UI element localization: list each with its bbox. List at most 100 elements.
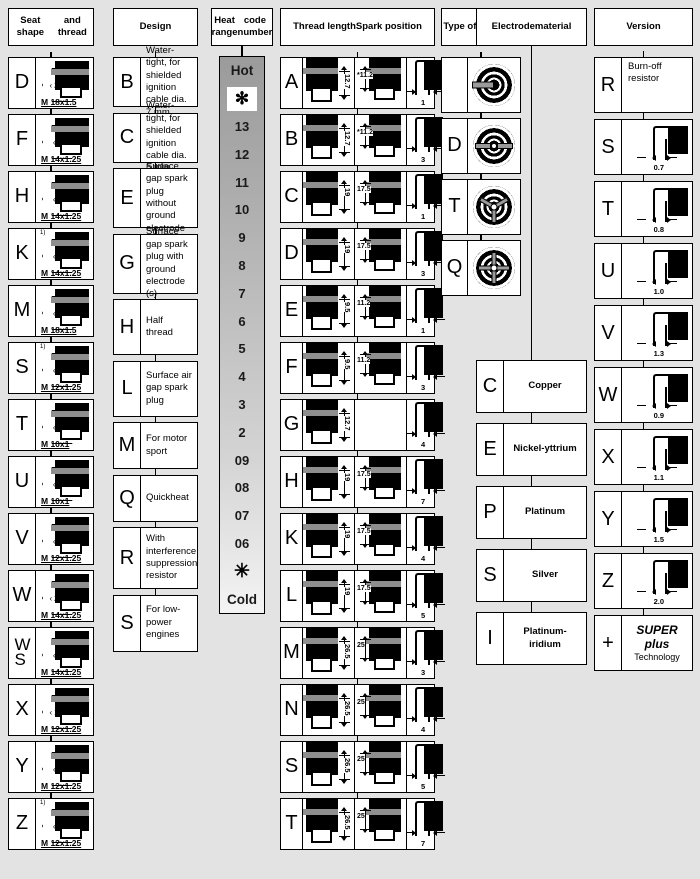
heat-number: 07 <box>234 508 250 524</box>
heat-number: 9 <box>238 230 246 246</box>
design-row: M For motor sport <box>113 422 198 469</box>
spark-position-value: 17.5 <box>357 471 371 478</box>
spark-gap-value: 3 <box>421 268 426 278</box>
electrode-material-code-box: P <box>477 487 504 538</box>
spark-position-graphic: *11.2 <box>355 58 407 108</box>
design-row: H Half thread <box>113 299 198 355</box>
version-gap-value: 1.1 <box>653 473 664 482</box>
electrode-type-row: Q <box>441 240 521 296</box>
electrode-prong <box>497 142 513 149</box>
thread-code: T <box>285 812 298 835</box>
spark-position-graphic: 17.5 <box>355 229 407 279</box>
thread-code: L <box>285 584 298 607</box>
plug-terminal <box>55 346 89 354</box>
spark-gap-value: 3 <box>421 667 426 677</box>
thread-code: B <box>284 128 299 151</box>
thread-code-box: E <box>281 286 303 336</box>
thread-code-box: M <box>281 628 303 678</box>
electrode-type-graphic <box>468 180 520 234</box>
design-code: M <box>118 434 136 456</box>
version-row: T 0.8 <box>594 181 693 237</box>
version-graphic: 1.5 <box>622 492 692 546</box>
thread-length-graphic: 26.5 <box>303 685 355 735</box>
electrode-material-code-box: E <box>477 424 504 475</box>
thread-code: D <box>284 242 299 265</box>
design-code: R <box>119 546 135 569</box>
spark-position-graphic: *11.2 <box>355 115 407 165</box>
design-row: Q Quickheat <box>113 474 198 522</box>
spark-gap-value: 4 <box>421 724 426 734</box>
design-description: Water-tight, for shielded ignition cable… <box>146 44 187 118</box>
version-gap-value: 0.7 <box>653 163 664 172</box>
spark-gap-graphic: 7 <box>407 799 445 849</box>
version-code-box: + <box>595 616 622 670</box>
seat-code: D <box>14 71 30 94</box>
spark-gap-graphic: 4 <box>407 400 445 450</box>
spark-position-value: 17.5 <box>357 528 371 535</box>
version-code: S <box>601 135 615 158</box>
version-graphic: 0.9 <box>622 368 692 422</box>
version-code-box: R <box>595 58 622 112</box>
thread-row: L 19 17.5 5 <box>280 570 445 622</box>
plug-terminal <box>55 232 89 240</box>
spark-position-graphic: 17.5 <box>355 571 407 621</box>
spark-gap-graphic: 3 <box>407 115 445 165</box>
seat-graphic: 141)M 12x1.25 <box>36 799 93 849</box>
seat-row: U 16M 10x1 <box>8 456 94 508</box>
spark-gap-graphic: 3 <box>407 628 445 678</box>
electrode-material-row: E Nickel-yttrium <box>476 423 587 476</box>
spark-gap-graphic: 3 <box>407 229 445 279</box>
thread-code: N <box>284 698 299 721</box>
heat-number: 11 <box>235 174 249 190</box>
seat-graphic: 16M 10x1 <box>36 400 93 450</box>
plug-terminal <box>55 289 89 297</box>
spark-plug-icon <box>51 517 91 555</box>
thread-row: B 12.7 *11.2 3 <box>280 114 445 166</box>
thread-length-value: 19 <box>343 188 352 197</box>
thread-length-value: 9.5 <box>343 302 352 313</box>
version-code: V <box>601 321 615 344</box>
thread-size-label: M 18x1.5 <box>41 96 77 107</box>
spark-plug-icon <box>51 232 91 270</box>
electrode-type-code-box: D <box>442 119 468 173</box>
thread-code: G <box>283 413 300 436</box>
thread-code: F <box>285 356 298 379</box>
spark-position-value: 25 <box>357 813 365 820</box>
spark-position-graphic: 11.2 <box>355 286 407 336</box>
thread-length-value: 12.7 <box>343 74 352 89</box>
design-code: E <box>120 186 134 209</box>
thread-code: C <box>284 185 299 208</box>
seat-code-box: D <box>9 58 36 108</box>
thread-length-graphic: 9.5 <box>303 286 355 336</box>
design-code: S <box>120 611 134 634</box>
version-description: Burn-off resistor <box>628 61 662 85</box>
seat-graphic: 16M 14x1.25 <box>36 172 93 222</box>
header-line: Seat shape <box>16 15 45 38</box>
seat-code-box: W <box>9 571 36 621</box>
thread-length-value: 26.5 <box>343 758 352 773</box>
version-graphic: 2.0 <box>622 554 692 608</box>
electrode-material-name: Nickel-yttrium <box>513 443 577 455</box>
thread-size-label: M 18x1.5 <box>41 324 77 335</box>
header-line: material <box>534 21 572 33</box>
spark-gap-value: 1 <box>421 325 426 335</box>
seat-code-box: S <box>9 343 36 393</box>
electrode-type-graphic <box>468 58 520 112</box>
seat-row: T 16M 10x1 <box>8 399 94 451</box>
heat-number: 6 <box>238 313 246 329</box>
spark-gap-value: 5 <box>421 610 426 620</box>
version-code-box: U <box>595 244 622 298</box>
sun-cold-icon: ✳ <box>234 560 250 582</box>
design-code: C <box>119 126 135 148</box>
thread-size-label: M 12x1.25 <box>41 552 82 563</box>
design-code-box: S <box>114 595 141 651</box>
thread-size-label: M 10x1 <box>41 495 70 506</box>
electrode-material-row: C Copper <box>476 360 587 413</box>
seat-row: K141)M 14x1.25 <box>8 228 94 280</box>
electrode-material-row: S Silver <box>476 549 587 602</box>
seat-graphic: 17.5M 12x1.25 <box>36 685 93 735</box>
version-row: X 1.1 <box>594 429 693 485</box>
design-code-box: B <box>114 58 141 106</box>
spark-gap-graphic: 7 <box>407 457 445 507</box>
seat-row: Z141)M 12x1.25 <box>8 798 94 850</box>
